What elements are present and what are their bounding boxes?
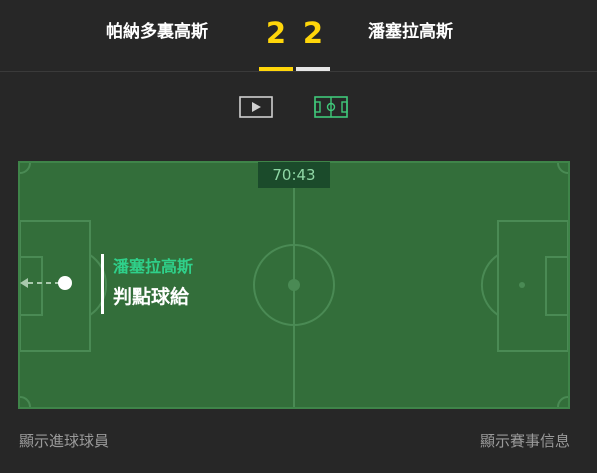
match-header: 帕納多裏高斯 2 2 潘塞拉高斯 [0, 0, 597, 72]
show-scorers-link[interactable]: 顯示進球球員 [19, 430, 109, 452]
match-clock: 70:43 [258, 162, 330, 188]
away-team-name: 潘塞拉高斯 [368, 22, 453, 42]
away-score: 2 [302, 16, 324, 50]
home-score-underline [259, 67, 293, 71]
event-team-name: 潘塞拉高斯 [113, 257, 194, 276]
video-view-button[interactable] [239, 96, 273, 122]
show-match-info-link[interactable]: 顯示賽事信息 [480, 430, 570, 452]
ball-direction-arrow [20, 276, 72, 290]
home-team-name: 帕納多裏高斯 [106, 22, 208, 42]
play-icon [239, 96, 273, 118]
pitch-view-button[interactable] [314, 96, 348, 122]
pitch-icon [314, 96, 348, 118]
away-score-underline [296, 67, 330, 71]
ball-icon [58, 276, 72, 290]
event-description: 判點球給 [113, 286, 190, 308]
home-score: 2 [265, 16, 287, 50]
event-marker-line [101, 254, 104, 314]
